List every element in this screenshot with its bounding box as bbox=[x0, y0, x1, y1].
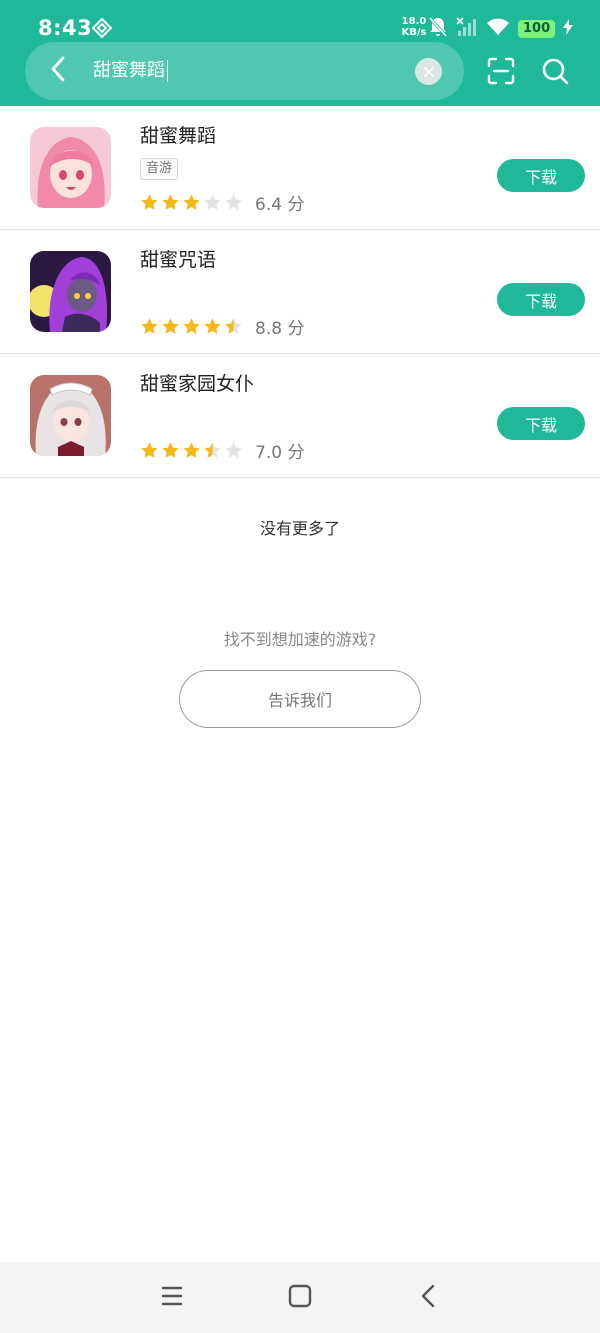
star-rating: 7.0 分 bbox=[140, 438, 304, 463]
star-icon bbox=[141, 442, 158, 458]
close-icon bbox=[423, 62, 434, 81]
nav-back-button[interactable] bbox=[412, 1282, 444, 1314]
star-icon bbox=[225, 318, 242, 334]
back-button[interactable] bbox=[39, 52, 77, 90]
star-icon bbox=[204, 318, 221, 334]
download-button[interactable]: 下载 bbox=[497, 283, 585, 316]
game-result-list: 甜蜜舞蹈 音游 6.4 分 下载 甜蜜咒语 8.8 分 下载 甜蜜家园女仆 7.… bbox=[0, 106, 600, 478]
accelerator-app-icon bbox=[91, 17, 113, 39]
network-speed: 18.0 KB/s bbox=[401, 16, 427, 38]
status-icons: 100 bbox=[428, 16, 574, 42]
signal-icon bbox=[456, 17, 478, 41]
search-bar: 甜蜜舞蹈 bbox=[25, 42, 464, 100]
game-tag: 音游 bbox=[140, 158, 179, 180]
star-rating: 6.4 分 bbox=[140, 190, 304, 215]
status-time: 8:43 bbox=[38, 16, 93, 40]
game-name: 甜蜜家园女仆 bbox=[140, 373, 255, 395]
star-icon bbox=[225, 442, 242, 458]
wifi-icon bbox=[486, 18, 510, 40]
star-icon bbox=[141, 318, 158, 334]
star-icon bbox=[183, 318, 200, 334]
nav-menu-button[interactable] bbox=[156, 1282, 188, 1314]
game-icon-sweet-dance[interactable] bbox=[30, 127, 111, 208]
search-icon bbox=[541, 57, 569, 89]
mute-bell-icon bbox=[428, 16, 448, 42]
game-name: 甜蜜舞蹈 bbox=[140, 125, 217, 147]
star-icon bbox=[204, 194, 221, 210]
status-bar: 8:43 18.0 KB/s 100 bbox=[0, 0, 600, 44]
charging-icon bbox=[563, 19, 574, 39]
rating-score: 6.4 分 bbox=[255, 195, 305, 215]
tell-us-button[interactable]: 告诉我们 bbox=[179, 670, 421, 728]
game-list-item[interactable]: 甜蜜舞蹈 音游 6.4 分 下载 bbox=[0, 106, 600, 230]
battery-level: 100 bbox=[518, 20, 556, 38]
download-button[interactable]: 下载 bbox=[497, 407, 585, 440]
home-square-icon bbox=[288, 1284, 312, 1312]
star-icon bbox=[162, 442, 179, 458]
star-icon bbox=[204, 442, 221, 458]
text-caret bbox=[167, 60, 168, 82]
rating-score: 8.8 分 bbox=[255, 319, 305, 339]
no-more-results: 没有更多了 bbox=[259, 519, 340, 538]
game-list-item[interactable]: 甜蜜咒语 8.8 分 下载 bbox=[0, 230, 600, 354]
back-triangle-icon bbox=[419, 1284, 437, 1312]
game-icon-sweet-home-maid[interactable] bbox=[30, 375, 111, 456]
star-icon bbox=[162, 318, 179, 334]
clear-search-button[interactable] bbox=[415, 58, 442, 85]
game-list-item[interactable]: 甜蜜家园女仆 7.0 分 下载 bbox=[0, 354, 600, 478]
star-rating: 8.8 分 bbox=[140, 314, 304, 339]
scan-button[interactable] bbox=[484, 56, 518, 90]
chevron-left-icon bbox=[48, 55, 68, 87]
star-icon bbox=[162, 194, 179, 210]
game-name: 甜蜜咒语 bbox=[140, 249, 217, 271]
star-icon bbox=[183, 194, 200, 210]
star-icon bbox=[141, 194, 158, 210]
star-icon bbox=[225, 194, 242, 210]
star-icon bbox=[183, 442, 200, 458]
search-input[interactable]: 甜蜜舞蹈 bbox=[93, 59, 168, 83]
top-header: 8:43 18.0 KB/s 100 甜蜜舞蹈 bbox=[0, 0, 600, 106]
search-button[interactable] bbox=[538, 56, 572, 90]
rating-score: 7.0 分 bbox=[255, 443, 305, 463]
game-icon-sweet-spell[interactable] bbox=[30, 251, 111, 332]
menu-icon bbox=[160, 1285, 184, 1311]
not-found-hint: 找不到想加速的游戏? bbox=[223, 630, 377, 649]
download-button[interactable]: 下载 bbox=[497, 159, 585, 192]
nav-home-button[interactable] bbox=[284, 1282, 316, 1314]
scan-icon bbox=[487, 57, 515, 89]
system-nav-bar bbox=[0, 1262, 600, 1333]
